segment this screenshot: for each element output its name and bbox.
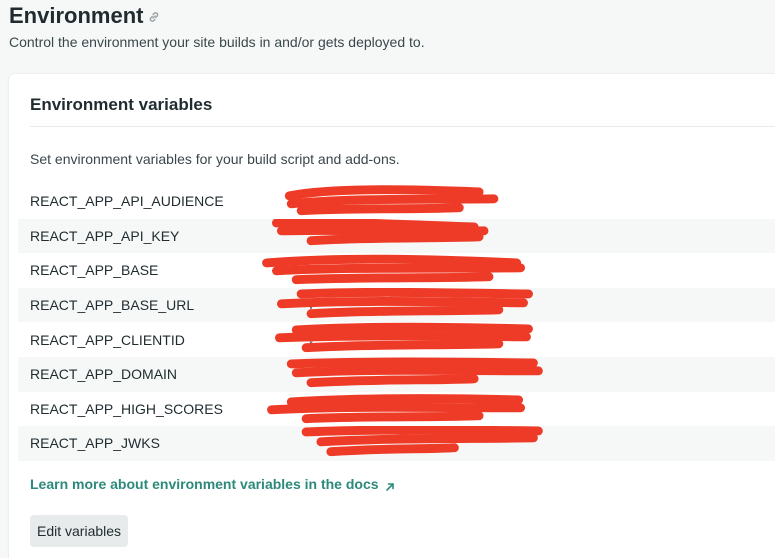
title-row: Environment xyxy=(9,2,161,30)
link-icon[interactable] xyxy=(147,10,161,24)
variable-row: REACT_APP_API_AUDIENCE xyxy=(18,184,775,219)
redaction-scribble xyxy=(274,323,533,353)
variable-key: REACT_APP_API_KEY xyxy=(30,227,180,244)
card-title: Environment variables xyxy=(30,95,213,114)
variable-key: REACT_APP_BASE xyxy=(30,262,159,279)
environment-variables-card: Environment variables Set environment va… xyxy=(9,74,775,558)
variable-key: REACT_APP_BASE_URL xyxy=(30,297,195,314)
redaction-scribble xyxy=(272,218,489,245)
variables-list: REACT_APP_API_AUDIENCE REACT_APP_API_KEY xyxy=(18,184,775,461)
variable-value: y xyxy=(308,298,314,313)
variable-key: REACT_APP_JWKS xyxy=(30,435,160,452)
variable-row: REACT_APP_DOMAIN xyxy=(18,356,775,392)
card-divider xyxy=(30,126,775,127)
edit-variables-button[interactable]: Edit variables xyxy=(30,515,129,547)
redaction-scribble xyxy=(276,287,533,318)
variable-row: REACT_APP_JWKS xyxy=(18,426,775,461)
page-title: Environment xyxy=(9,3,144,28)
variable-value: y xyxy=(308,332,314,347)
variable-key: REACT_APP_DOMAIN xyxy=(30,366,178,383)
section-header: Environment xyxy=(9,2,161,30)
variable-row: REACT_APP_API_KEY xyxy=(18,218,775,254)
variable-row: REACT_APP_CLIENTID y xyxy=(18,322,775,357)
variable-key: REACT_APP_API_AUDIENCE xyxy=(30,193,224,210)
arrow-up-right-icon xyxy=(385,479,395,491)
section-subtitle: Control the environment your site builds… xyxy=(9,34,425,50)
environment-docs-link[interactable]: Learn more about environment variables i… xyxy=(30,476,395,492)
variable-row: REACT_APP_HIGH_SCORES xyxy=(18,392,775,427)
redaction-scribble xyxy=(284,185,499,216)
environment-settings-page: Environment Control the environment your… xyxy=(0,0,775,558)
variable-row: REACT_APP_BASE_URL y xyxy=(18,287,775,323)
card-description: Set environment variables for your build… xyxy=(30,151,400,167)
redaction-scribble xyxy=(262,254,526,285)
variable-key: REACT_APP_HIGH_SCORES xyxy=(30,400,223,417)
variable-key: REACT_APP_CLIENTID xyxy=(30,331,185,348)
docs-link-label: Learn more about environment variables i… xyxy=(30,476,379,492)
redaction-scribble xyxy=(286,357,543,388)
redaction-scribble xyxy=(267,393,526,423)
redaction-scribble xyxy=(301,426,543,457)
variable-row: REACT_APP_BASE xyxy=(18,253,775,288)
